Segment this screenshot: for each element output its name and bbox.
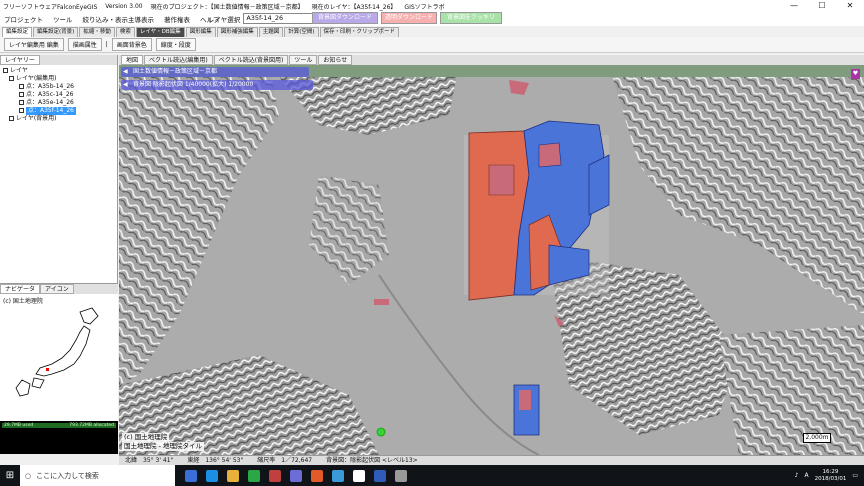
layer-file-icon — [19, 108, 24, 113]
layer-select-value: A35f-14_26 — [246, 14, 284, 22]
search-icon: ○ — [25, 471, 32, 480]
app-version: Version 3.00 — [105, 2, 143, 10]
pin-icon[interactable]: ♥ — [851, 69, 860, 79]
layer-tree: レイヤ レイヤ(編集用) 点：A35b-14_26 点：A35c-14_26 点… — [0, 65, 117, 125]
navigator-panel: ナビゲータ アイコン (c) 国土地理院 — [0, 283, 118, 421]
map-tile-credit: 国土地理院 - 地理院タイル — [122, 442, 204, 451]
close-icon[interactable]: ✕ — [836, 0, 864, 12]
app-icon[interactable] — [311, 469, 323, 482]
task-view-icon[interactable] — [185, 469, 197, 482]
sharpen-background-button[interactable]: 背景図をクッキリ — [440, 12, 502, 24]
folder-icon — [9, 76, 14, 81]
scale-bar: 2,000m — [803, 433, 831, 443]
current-project: 現在のプロジェクト：【国土数値情報－政策区域－京都】 — [150, 3, 304, 11]
map-copyright: (c) 国土地理院 — [122, 433, 170, 442]
vendor-name: GISソフトラボ — [404, 3, 445, 11]
tab-map-tools[interactable]: ツール — [289, 55, 318, 65]
tree-item[interactable]: レイヤ(背景用) — [3, 115, 114, 123]
tree-item[interactable]: 点：A35c-14_26 — [3, 91, 114, 99]
app-icon[interactable] — [269, 469, 281, 482]
tree-item[interactable]: 点：A35b-14_26 — [3, 83, 114, 91]
app-icon[interactable] — [353, 469, 365, 482]
app-title: フリーソフトウェアFalconEyeGIS — [3, 3, 98, 11]
notification-icon[interactable]: ▭ — [852, 472, 858, 479]
background-info: 背景図：陰影起伏図 <レベル13> — [326, 457, 418, 464]
explorer-icon[interactable] — [227, 469, 239, 482]
layer-file-icon — [19, 92, 24, 97]
folder-icon — [3, 68, 8, 73]
tab-layer-db[interactable]: レイヤ・DB編集 — [135, 27, 185, 37]
memory-status: 29.7MB used 793.72MB allocated — [0, 421, 118, 454]
app-icon[interactable] — [332, 469, 344, 482]
japan-overview-map[interactable] — [0, 304, 118, 414]
longitude: 東経 136° 54' 53" — [187, 457, 244, 464]
tab-thematic[interactable]: 主題図 — [258, 27, 284, 37]
app-icon[interactable] — [290, 469, 302, 482]
volume-icon[interactable]: ♪ — [795, 472, 799, 479]
tree-item[interactable]: レイヤ(編集用) — [3, 75, 114, 83]
status-bar: 北緯 35° 3' 41" 東経 136° 54' 53" 縮尺率 1／72,6… — [119, 455, 864, 465]
tab-save-print[interactable]: 保存・印刷・クリップボード — [319, 27, 400, 37]
clock[interactable]: 16:29 2018/03/01 — [815, 469, 847, 483]
ime-indicator[interactable]: A — [805, 472, 809, 479]
tab-edit-settings[interactable]: 編集設定 — [2, 27, 33, 37]
tab-map[interactable]: 地図 — [121, 55, 144, 65]
tree-item-selected[interactable]: 点：A35f-14_26 — [3, 107, 114, 115]
system-tray: ♪ A 16:29 2018/03/01 ▭ — [795, 469, 864, 483]
tree-item[interactable]: 点：A35e-14_26 — [3, 99, 114, 107]
search-placeholder: ここに入力して検索 — [36, 471, 99, 480]
taskbar-search[interactable]: ○ ここに入力して検索 — [20, 465, 175, 486]
tab-layer-tree[interactable]: レイヤリー — [0, 55, 40, 65]
map-tabs: 地図 ベクトル読込(編集用) ベクトル読込(背景図用) ツール お知らせ — [119, 55, 864, 65]
app-icon[interactable] — [395, 469, 407, 482]
tab-search[interactable]: 検索 — [115, 27, 135, 37]
menu-item-copyright[interactable]: 著作権表 — [164, 14, 190, 24]
chrome-icon[interactable] — [248, 469, 260, 482]
tab-navigator[interactable]: ナビゲータ — [0, 284, 41, 294]
tab-vector-edit[interactable]: ベクトル読込(編集用) — [144, 55, 213, 65]
tab-icons[interactable]: アイコン — [40, 284, 74, 294]
hillshade-map[interactable] — [119, 55, 864, 455]
menu-item-display[interactable]: 絞り込み・表示主導表示 — [83, 14, 155, 24]
layer-select-label: レイヤ選択 — [208, 15, 241, 24]
windows-start-icon[interactable]: ⊞ — [0, 470, 20, 481]
folder-icon — [9, 116, 14, 121]
screen-bg-color-button[interactable]: 画面背景色 — [111, 38, 152, 51]
scale-ratio: 縮尺率 1／72,647 — [257, 457, 313, 464]
layer-edit-button[interactable]: レイヤ編集用 編集 — [4, 38, 64, 51]
latitude: 北緯 35° 3' 41" — [125, 457, 174, 464]
tab-spatial-calc[interactable]: 計算(空間) — [284, 27, 319, 37]
taskbar: ⊞ ○ ここに入力して検索 ♪ A 16:29 2018/03/01 ▭ — [0, 465, 864, 486]
edge-icon[interactable] — [206, 469, 218, 482]
current-layer: 現在のレイヤ：【A35f-14_26】 — [311, 3, 397, 11]
tab-vector-bg[interactable]: ベクトル読込(背景図用) — [213, 55, 289, 65]
memory-used: 29.7MB used — [4, 423, 34, 428]
memory-allocated: 793.72MB allocated — [69, 423, 114, 428]
title-bar: フリーソフトウェアFalconEyeGIS Version 3.00 現在のプロ… — [0, 0, 864, 12]
ribbon-tabs: 編集設定 編集設定(背景) 拡縮・移動 検索 レイヤ・DB編集 図形編集 図形補… — [0, 27, 864, 37]
toolbar-divider: | — [105, 41, 108, 48]
draw-attribute-button[interactable]: 描画属性 — [67, 38, 102, 51]
tab-edit-settings-bg[interactable]: 編集設定(背景) — [33, 27, 79, 37]
menu-item-tools[interactable]: ツール — [53, 14, 73, 24]
project-overlay-tag[interactable]: 国土数値情報－政策区域－京都 — [121, 67, 309, 77]
tab-shape-edit[interactable]: 図形編集 — [185, 27, 216, 37]
toolbar: レイヤ編集用 編集 描画属性 | 画面背景色 線度・段度 — [0, 37, 864, 53]
maximize-icon[interactable]: ☐ — [808, 0, 836, 12]
layer-file-icon — [19, 84, 24, 89]
tree-item[interactable]: レイヤ — [3, 67, 114, 75]
line-degree-button[interactable]: 線度・段度 — [155, 38, 196, 51]
tab-notices[interactable]: お知らせ — [318, 55, 353, 65]
map-view[interactable]: 地図 ベクトル読込(編集用) ベクトル読込(背景図用) ツール お知らせ 国土数… — [119, 55, 864, 455]
menu-item-project[interactable]: プロジェクト — [4, 14, 43, 24]
layer-file-icon — [19, 100, 24, 105]
download-background-button[interactable]: 背景図ダウンロード — [312, 12, 378, 24]
tab-zoom-move[interactable]: 拡縮・移動 — [79, 27, 115, 37]
tab-shape-reinforce[interactable]: 図形補強編集 — [216, 27, 258, 37]
minimize-icon[interactable]: — — [780, 0, 808, 12]
app-icon[interactable] — [374, 469, 386, 482]
transparent-download-button[interactable]: 透明ダウンロード — [381, 12, 437, 24]
background-overlay-tag[interactable]: 背景図 陰影起伏図 1/40000(拡大) 1/20000 — [121, 80, 313, 90]
